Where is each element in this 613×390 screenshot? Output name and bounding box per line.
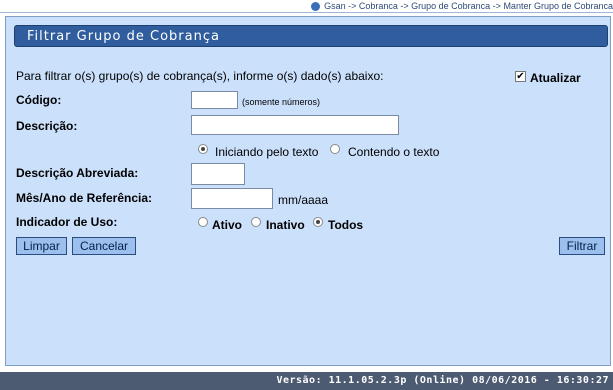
mes-ano-hint: mm/aaaa bbox=[278, 193, 329, 207]
radio-contendo[interactable] bbox=[330, 144, 340, 154]
top-bar: Gsan -> Cobranca -> Grupo de Cobranca ->… bbox=[0, 0, 613, 13]
atualizar-label: Atualizar bbox=[530, 71, 581, 85]
radio-todos[interactable] bbox=[313, 217, 323, 227]
desc-abrev-label: Descrição Abreviada: bbox=[16, 166, 139, 180]
footer-bar: Versão: 11.1.05.2.3p (Online) 08/06/2016… bbox=[0, 372, 613, 390]
panel-title: Filtrar Grupo de Cobrança bbox=[27, 29, 220, 44]
filtrar-button[interactable]: Filtrar bbox=[559, 237, 605, 255]
breadcrumb-text[interactable]: Gsan -> Cobranca -> Grupo de Cobranca ->… bbox=[324, 0, 613, 12]
desc-abrev-input[interactable] bbox=[191, 163, 245, 185]
filter-panel: Filtrar Grupo de Cobrança Para filtrar o… bbox=[5, 16, 611, 366]
mes-ano-label: Mês/Ano de Referência: bbox=[16, 191, 153, 205]
descricao-input[interactable] bbox=[191, 115, 399, 135]
limpar-button[interactable]: Limpar bbox=[16, 237, 67, 255]
panel-title-bar: Filtrar Grupo de Cobrança bbox=[14, 25, 608, 47]
radio-todos-label: Todos bbox=[328, 218, 364, 232]
descricao-label: Descrição: bbox=[16, 119, 78, 133]
mes-ano-input[interactable] bbox=[191, 188, 273, 209]
radio-contendo-label: Contendo o texto bbox=[348, 145, 440, 159]
instructions-text: Para filtrar o(s) grupo(s) de cobrança(s… bbox=[16, 69, 384, 83]
atualizar-checkbox[interactable]: ✔ bbox=[515, 71, 526, 82]
version-text: Versão: 11.1.05.2.3p (Online) 08/06/2016… bbox=[276, 375, 609, 386]
codigo-hint: (somente números) bbox=[242, 97, 321, 107]
radio-iniciando[interactable] bbox=[198, 144, 208, 154]
cancelar-button[interactable]: Cancelar bbox=[72, 237, 136, 255]
indicador-label: Indicador de Uso: bbox=[16, 215, 118, 229]
radio-ativo-label: Ativo bbox=[212, 218, 242, 232]
help-icon[interactable] bbox=[311, 1, 321, 11]
radio-iniciando-label: Iniciando pelo texto bbox=[215, 145, 319, 159]
codigo-label: Código: bbox=[16, 93, 62, 107]
radio-ativo[interactable] bbox=[198, 217, 208, 227]
breadcrumb: Gsan -> Cobranca -> Grupo de Cobranca ->… bbox=[311, 0, 613, 12]
codigo-input[interactable] bbox=[191, 91, 238, 109]
radio-inativo-label: Inativo bbox=[266, 218, 305, 232]
radio-inativo[interactable] bbox=[251, 217, 261, 227]
